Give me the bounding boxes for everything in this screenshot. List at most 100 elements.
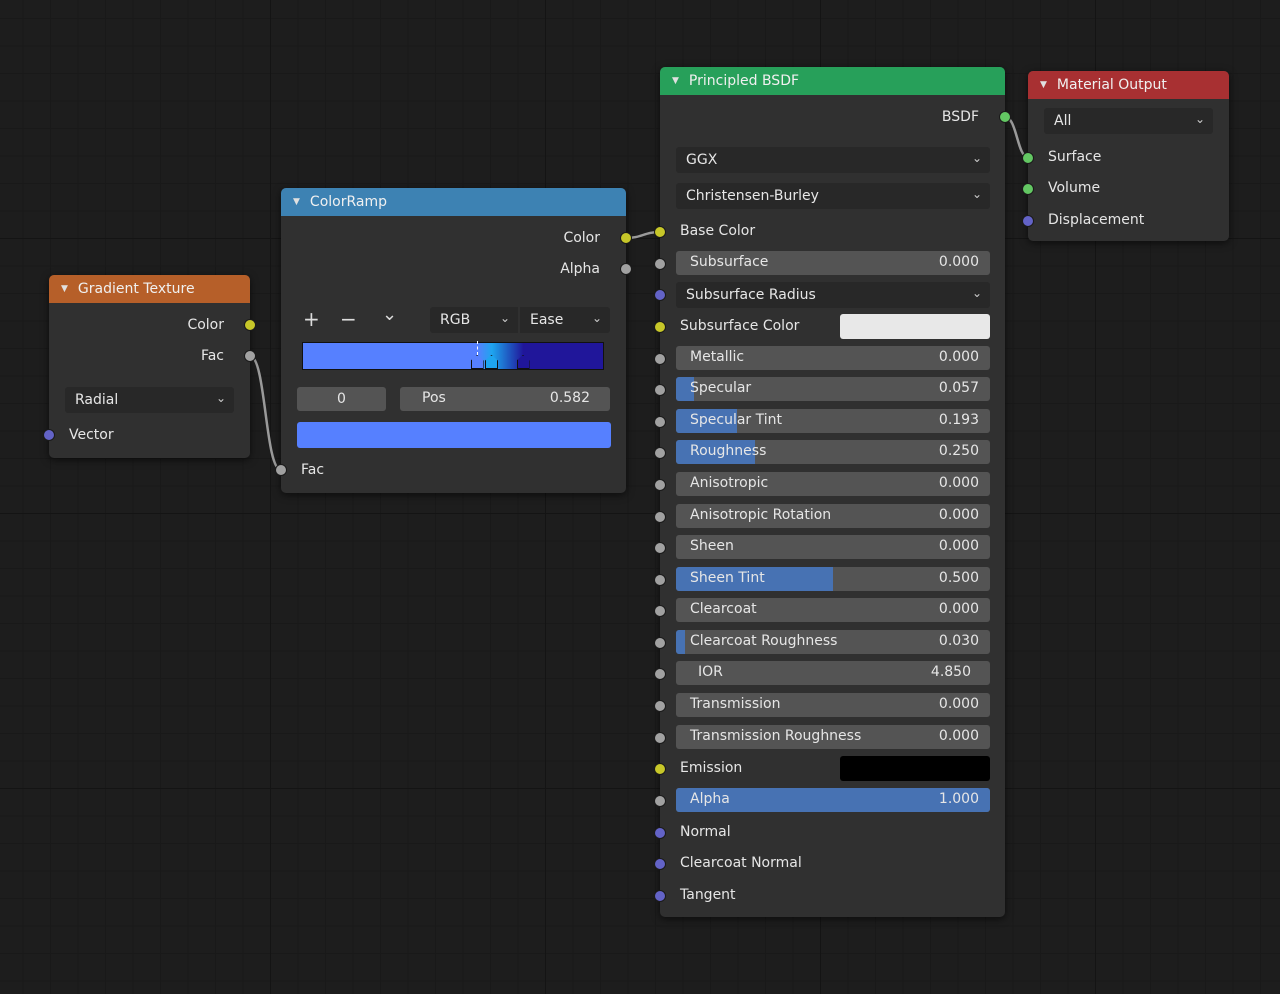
subsurface-color-socket[interactable]: [654, 321, 666, 333]
normal-socket[interactable]: [654, 827, 666, 839]
surface-socket[interactable]: [1022, 152, 1034, 164]
metallic-slider[interactable]: Metallic 0.000: [676, 346, 990, 370]
colorramp-node[interactable]: ▼ ColorRamp Color Alpha + − ⌄ RGB ⌄ Ease…: [275, 188, 632, 493]
subsurface-radius-dropdown[interactable]: Subsurface Radius ⌄: [676, 282, 990, 308]
subsurface-socket[interactable]: [654, 258, 666, 270]
stop-position-field[interactable]: Pos 0.582: [400, 387, 610, 411]
roughness-socket[interactable]: [654, 447, 666, 459]
transmission-slider[interactable]: Transmission 0.000: [676, 693, 990, 717]
clearcoat-roughness-slider[interactable]: Clearcoat Roughness 0.030: [676, 630, 990, 654]
specular-slider[interactable]: Specular 0.057: [676, 377, 990, 401]
sheen-socket[interactable]: [654, 542, 666, 554]
render-target-dropdown[interactable]: All ⌄: [1044, 108, 1213, 134]
normal-label: Normal: [680, 824, 731, 840]
slider-label: Sheen: [690, 538, 734, 554]
color-ramp-gradient-bar[interactable]: [302, 341, 604, 370]
transmission-roughness-slider[interactable]: Transmission Roughness 0.000: [676, 725, 990, 749]
material-output-header[interactable]: ▼ Material Output: [1028, 71, 1229, 99]
material-output-node[interactable]: ▼ Material Output All ⌄ Surface Volume D…: [1022, 71, 1229, 241]
slider-label: Subsurface: [690, 254, 769, 270]
ramp-stop-marker[interactable]: [470, 355, 484, 369]
render-target-value: All: [1054, 113, 1072, 129]
gradient-type-dropdown[interactable]: Radial ⌄: [65, 387, 234, 413]
anisotropic-rotation-socket[interactable]: [654, 511, 666, 523]
sheen-tint-socket[interactable]: [654, 574, 666, 586]
principled-bsdf-header[interactable]: ▼ Principled BSDF: [660, 67, 1005, 95]
input-fac-socket[interactable]: [275, 464, 287, 476]
tangent-socket[interactable]: [654, 890, 666, 902]
ramp-menu-button[interactable]: ⌄: [382, 304, 397, 325]
output-alpha-socket[interactable]: [620, 263, 632, 275]
ramp-stop-marker[interactable]: [485, 355, 498, 369]
anisotropic-rotation-slider[interactable]: Anisotropic Rotation 0.000: [676, 504, 990, 528]
specular-socket[interactable]: [654, 384, 666, 396]
subsurface-radius-socket[interactable]: [654, 289, 666, 301]
output-color-socket[interactable]: [620, 232, 632, 244]
output-bsdf-socket[interactable]: [999, 111, 1011, 123]
interpolation-dropdown[interactable]: Ease ⌄: [520, 307, 610, 333]
anisotropic-socket[interactable]: [654, 479, 666, 491]
collapse-triangle-icon[interactable]: ▼: [1040, 80, 1047, 90]
slider-label: Clearcoat: [690, 601, 757, 617]
output-color-socket[interactable]: [244, 319, 256, 331]
clearcoat-normal-socket[interactable]: [654, 858, 666, 870]
transmission-roughness-socket[interactable]: [654, 732, 666, 744]
link-gradient-fac-to-ramp-fac[interactable]: [249, 354, 282, 472]
subsurface-slider[interactable]: Subsurface 0.000: [676, 251, 990, 275]
subsurface-method-value: Christensen-Burley: [686, 188, 819, 204]
input-fac-row: Fac: [281, 457, 626, 483]
specular-tint-socket[interactable]: [654, 416, 666, 428]
add-stop-button[interactable]: +: [303, 307, 320, 331]
colorramp-header[interactable]: ▼ ColorRamp: [281, 188, 626, 216]
emission-socket[interactable]: [654, 763, 666, 775]
subsurface-color-swatch[interactable]: [840, 314, 990, 339]
metallic-socket[interactable]: [654, 353, 666, 365]
chevron-down-icon: ⌄: [1194, 112, 1205, 126]
output-color-label: Color: [187, 317, 224, 333]
slider-value: 0.057: [938, 380, 979, 396]
volume-socket[interactable]: [1022, 183, 1034, 195]
stop-index-field[interactable]: 0: [297, 387, 386, 411]
chevron-down-icon: ⌄: [971, 187, 982, 201]
base-color-socket[interactable]: [654, 226, 666, 238]
slider-value: 0.000: [938, 601, 979, 617]
collapse-triangle-icon[interactable]: ▼: [293, 197, 300, 207]
sheen-slider[interactable]: Sheen 0.000: [676, 535, 990, 559]
input-vector-socket[interactable]: [43, 429, 55, 441]
emission-color-swatch[interactable]: [840, 756, 990, 781]
anisotropic-slider[interactable]: Anisotropic 0.000: [676, 472, 990, 496]
clearcoat-slider[interactable]: Clearcoat 0.000: [676, 598, 990, 622]
principled-bsdf-node[interactable]: ▼ Principled BSDF BSDF GGX ⌄ Christensen…: [654, 67, 1011, 917]
node-title: Principled BSDF: [688, 73, 800, 89]
displacement-socket[interactable]: [1022, 215, 1034, 227]
alpha-socket[interactable]: [654, 795, 666, 807]
slider-label: Anisotropic: [690, 475, 769, 491]
specular-tint-slider[interactable]: Specular Tint 0.193: [676, 409, 990, 433]
ramp-stop-marker[interactable]: [516, 355, 530, 369]
color-mode-dropdown[interactable]: RGB ⌄: [430, 307, 518, 333]
slider-label: Alpha: [690, 791, 730, 807]
slider-label: Transmission: [690, 696, 781, 712]
alpha-slider[interactable]: Alpha 1.000: [676, 788, 990, 812]
distribution-dropdown[interactable]: GGX ⌄: [676, 147, 990, 173]
collapse-triangle-icon[interactable]: ▼: [61, 284, 68, 294]
slider-value: 0.030: [938, 633, 979, 649]
roughness-slider[interactable]: Roughness 0.250: [676, 440, 990, 464]
transmission-socket[interactable]: [654, 700, 666, 712]
remove-stop-button[interactable]: −: [340, 307, 357, 331]
clearcoat-roughness-socket[interactable]: [654, 637, 666, 649]
link-bsdf-to-surface[interactable]: [1004, 115, 1029, 159]
clearcoat-socket[interactable]: [654, 605, 666, 617]
subsurface-method-dropdown[interactable]: Christensen-Burley ⌄: [676, 183, 990, 209]
output-fac-socket[interactable]: [244, 350, 256, 362]
gradient-texture-node[interactable]: ▼ Gradient Texture Color Fac Radial ⌄ Ve…: [43, 275, 256, 458]
stop-color-swatch[interactable]: [297, 422, 611, 448]
ior-field[interactable]: IOR 4.850: [676, 661, 990, 685]
stop-index-value: 0: [337, 391, 346, 407]
collapse-triangle-icon[interactable]: ▼: [672, 76, 679, 86]
sheen-tint-slider[interactable]: Sheen Tint 0.500: [676, 567, 990, 591]
gradient-texture-header[interactable]: ▼ Gradient Texture: [49, 275, 250, 303]
output-color-row: Color: [281, 225, 626, 251]
ior-socket[interactable]: [654, 668, 666, 680]
slider-value: 0.250: [938, 443, 979, 459]
